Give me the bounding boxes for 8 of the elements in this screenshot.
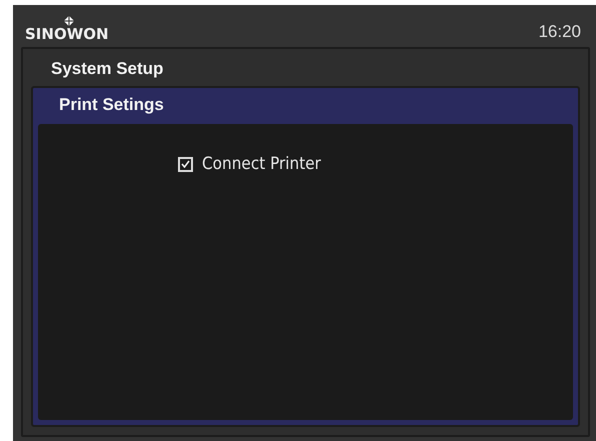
option-label: Connect Printer — [202, 154, 321, 174]
panel-title: Print Setings — [58, 94, 165, 116]
panel-title: System Setup — [50, 58, 164, 80]
logo: SINOWON — [25, 27, 109, 42]
clock: 16:20 — [538, 22, 581, 42]
diamond-icon — [63, 15, 75, 27]
checkmark-icon — [181, 160, 190, 168]
checkbox[interactable] — [178, 156, 193, 172]
